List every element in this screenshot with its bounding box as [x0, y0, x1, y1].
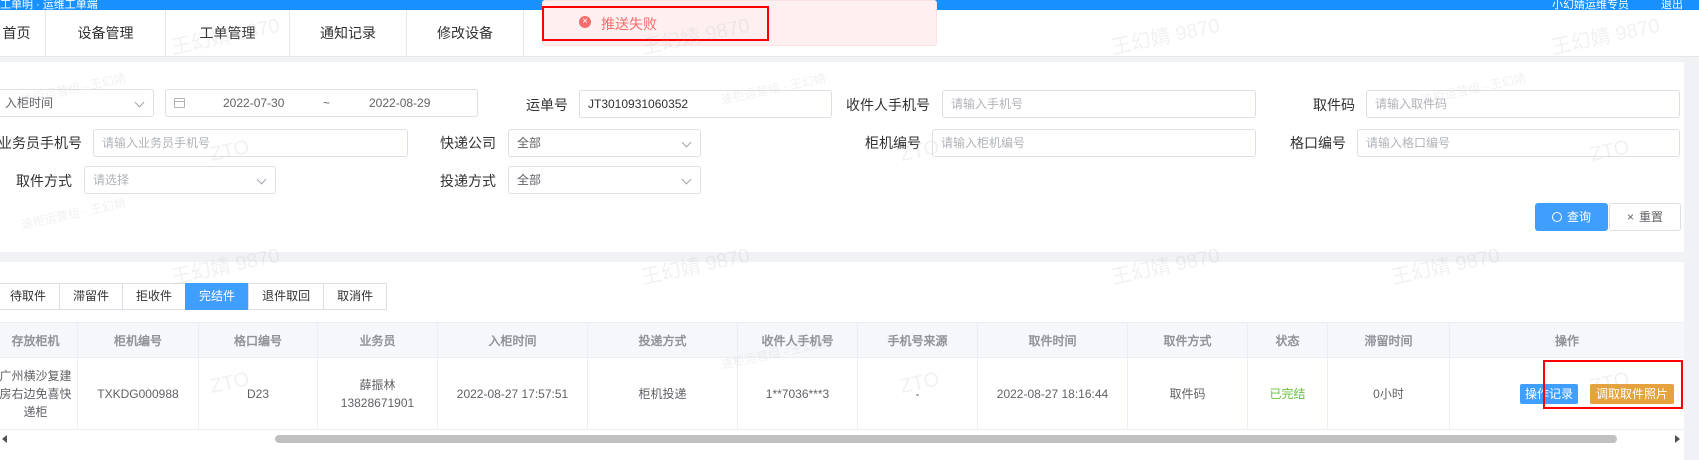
delivery-method-label: 投递方式	[440, 173, 496, 189]
date-separator: ~	[323, 96, 331, 110]
table-row: 广州横沙复建房右边免喜快递柜 TXKDG000988 D23 薛振林 13828…	[0, 358, 1684, 430]
status-tabs: 待取件 滞留件 拒收件 完结件 退件取回 取消件	[0, 283, 388, 310]
cell-cabinet: 广州横沙复建房右边免喜快递柜	[0, 358, 78, 430]
tab-pending-pickup[interactable]: 待取件	[0, 283, 61, 310]
chevron-down-icon	[134, 97, 145, 108]
courier-phone-input[interactable]: 请输入业务员手机号	[93, 129, 408, 157]
tab-rejected[interactable]: 拒收件	[122, 283, 187, 310]
pickup-code-label: 取件码	[1313, 97, 1355, 113]
close-icon: ×	[1626, 210, 1634, 224]
waybill-input[interactable]: JT3010931060352	[579, 90, 832, 118]
cell-courier: 薛振林 13828671901	[318, 358, 438, 430]
express-company-label: 快递公司	[440, 135, 496, 151]
date-range-picker[interactable]: 2022-07-30 ~ 2022-08-29	[165, 89, 478, 117]
scrollbar-thumb[interactable]	[275, 435, 1617, 443]
receiver-phone-input[interactable]: 请输入手机号	[942, 90, 1256, 118]
tab-cancelled[interactable]: 取消件	[323, 283, 388, 310]
cell-stay-time: 0小时	[1328, 358, 1450, 430]
col-stay-time: 滞留时间	[1328, 323, 1450, 359]
cell-in-time: 2022-08-27 17:57:51	[438, 358, 588, 430]
tab-completed[interactable]: 完结件	[185, 283, 250, 310]
horizontal-scrollbar[interactable]	[0, 432, 1684, 446]
cell-receiver-phone: 1**7036***3	[738, 358, 858, 430]
delivery-method-select[interactable]: 全部	[508, 166, 701, 194]
highlight-box-toast	[542, 6, 769, 41]
status-badge: 已完结	[1248, 358, 1328, 430]
nav-item-work-orders[interactable]: 工单管理	[166, 10, 290, 57]
express-company-select[interactable]: 全部	[508, 129, 701, 157]
table-header: 存放柜机 柜机编号 格口编号 业务员 入柜时间 投递方式 收件人手机号 手机号来…	[0, 322, 1684, 359]
calendar-icon	[174, 98, 185, 108]
courier-phone-label: 业务员手机号	[0, 135, 82, 151]
col-phone-source: 手机号来源	[858, 323, 978, 359]
cell-pickup-time: 2022-08-27 18:16:44	[978, 358, 1128, 430]
time-type-select[interactable]: 入柜时间	[0, 89, 154, 117]
cell-cabinet-no: TXKDG000988	[78, 358, 199, 430]
cell-pickup-method: 取件码	[1128, 358, 1248, 430]
waybill-label: 运单号	[526, 97, 568, 113]
chevron-down-icon	[256, 174, 267, 185]
pickup-code-input[interactable]: 请输入取件码	[1366, 90, 1680, 118]
nav-item-home[interactable]: 首页	[0, 10, 46, 57]
slot-no-label: 格口编号	[1290, 135, 1346, 151]
cell-phone-source: -	[858, 358, 978, 430]
col-pickup-method: 取件方式	[1128, 323, 1248, 359]
col-pickup-time: 取件时间	[978, 323, 1128, 359]
reset-button[interactable]: × 重置	[1609, 203, 1681, 231]
col-actions: 操作	[1554, 334, 1579, 348]
col-delivery-method: 投递方式	[588, 323, 738, 359]
tab-return-retrieved[interactable]: 退件取回	[248, 283, 325, 310]
date-start[interactable]: 2022-07-30	[223, 90, 284, 116]
col-in-time: 入柜时间	[438, 323, 588, 359]
col-status: 状态	[1248, 323, 1328, 359]
scroll-left-arrow-icon[interactable]	[2, 435, 7, 443]
receiver-phone-label: 收件人手机号	[846, 97, 930, 113]
col-cabinet: 存放柜机	[0, 323, 78, 359]
chevron-down-icon	[681, 137, 692, 148]
slot-no-input[interactable]: 请输入格口编号	[1357, 129, 1680, 157]
cabinet-no-label: 柜机编号	[865, 135, 921, 151]
cabinet-no-input[interactable]: 请输入柜机编号	[932, 129, 1256, 157]
pickup-method-label: 取件方式	[16, 173, 72, 189]
query-button[interactable]: 查询	[1535, 203, 1608, 231]
tab-stranded[interactable]: 滞留件	[59, 283, 124, 310]
courier-name: 薛振林	[359, 378, 396, 392]
col-cabinet-no: 柜机编号	[78, 323, 199, 359]
nav-item-notification-records[interactable]: 通知记录	[290, 10, 407, 57]
cell-delivery-method: 柜机投递	[588, 358, 738, 430]
cell-slot-no: D23	[199, 358, 318, 430]
date-end[interactable]: 2022-08-29	[369, 90, 430, 116]
scroll-right-arrow-icon[interactable]	[1675, 435, 1680, 443]
nav-item-modify-device[interactable]: 修改设备	[407, 10, 524, 57]
highlight-box-actions	[1543, 360, 1683, 409]
col-receiver-phone: 收件人手机号	[738, 323, 858, 359]
col-courier: 业务员	[318, 323, 438, 359]
col-slot-no: 格口编号	[199, 323, 318, 359]
nav-item-device-management[interactable]: 设备管理	[46, 10, 166, 57]
courier-phone: 13828671901	[340, 396, 415, 410]
pickup-method-select[interactable]: 请选择	[84, 166, 276, 194]
search-icon	[1551, 212, 1562, 222]
chevron-down-icon	[681, 174, 692, 185]
